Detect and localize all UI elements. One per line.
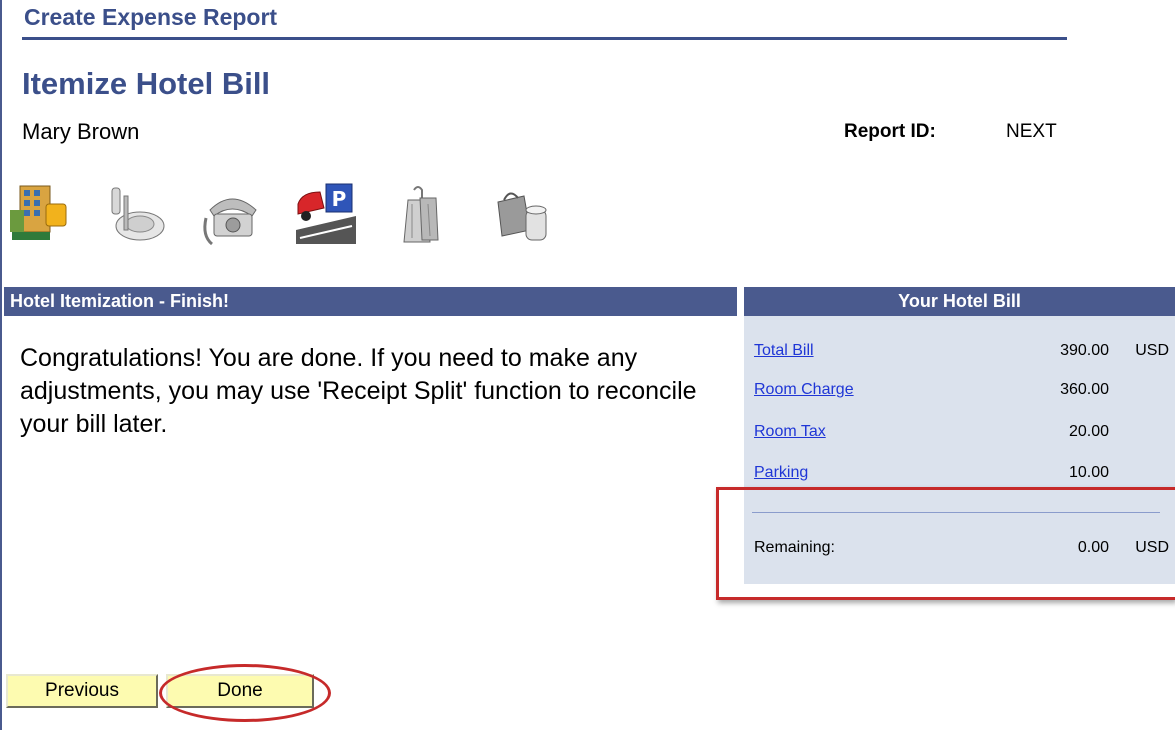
done-button[interactable]: Done xyxy=(166,674,314,708)
laundry-icon[interactable] xyxy=(394,180,458,248)
bill-row-room-charge: Room Charge 360.00 xyxy=(754,381,1169,407)
page-left-border xyxy=(0,0,2,730)
room-tax-link[interactable]: Room Tax xyxy=(754,423,826,441)
hotel-bill-header: Your Hotel Bill xyxy=(744,287,1175,316)
bill-row-room-tax: Room Tax 20.00 xyxy=(754,423,1169,449)
app-title: Create Expense Report xyxy=(24,4,278,30)
employee-name: Mary Brown xyxy=(22,119,140,144)
title-rule xyxy=(22,37,1067,40)
previous-button[interactable]: Previous xyxy=(6,674,158,708)
room-charge-link[interactable]: Room Charge xyxy=(754,381,854,399)
meals-icon[interactable] xyxy=(104,180,168,248)
report-id-value: NEXT xyxy=(1006,121,1057,142)
total-bill-link[interactable]: Total Bill xyxy=(754,342,814,360)
parking-icon[interactable]: P xyxy=(294,180,358,248)
phone-icon[interactable] xyxy=(200,180,264,248)
itemization-header: Hotel Itemization - Finish! xyxy=(4,287,737,316)
total-bill-currency: USD xyxy=(1135,342,1169,359)
room-charge-amount: 360.00 xyxy=(1060,381,1109,398)
room-tax-amount: 20.00 xyxy=(1068,423,1109,440)
total-bill-amount: 390.00 xyxy=(1060,342,1109,359)
misc-icon[interactable] xyxy=(490,180,554,248)
report-id-label: Report ID: xyxy=(844,121,936,142)
svg-text:P: P xyxy=(332,187,347,211)
parking-link[interactable]: Parking xyxy=(754,464,808,482)
remaining-highlight xyxy=(716,487,1175,600)
hotel-icon[interactable] xyxy=(6,180,70,248)
bill-row-total: Total Bill 390.00 USD xyxy=(754,342,1169,368)
parking-amount: 10.00 xyxy=(1068,464,1109,481)
page-title: Itemize Hotel Bill xyxy=(22,66,271,101)
completion-message: Congratulations! You are done. If you ne… xyxy=(20,344,697,438)
